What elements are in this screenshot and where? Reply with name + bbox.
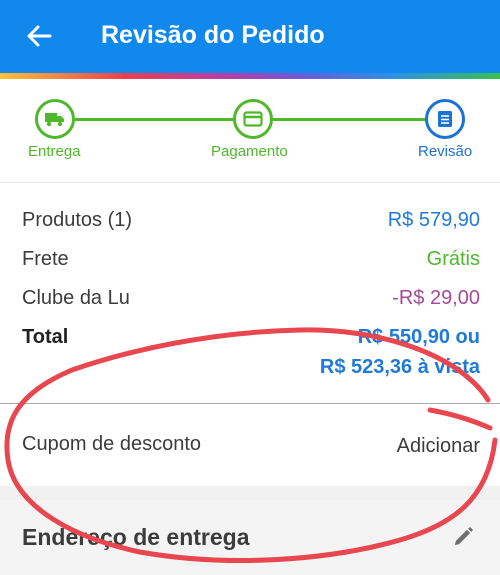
step-connector [75, 118, 233, 121]
step-entrega[interactable] [35, 99, 75, 139]
club-value: -R$ 29,00 [392, 287, 480, 309]
total-cash-price: R$ 523,36 à vista [319, 356, 480, 378]
address-title: Endereço de entrega [22, 524, 250, 550]
shipping-value: Grátis [426, 248, 480, 270]
products-value: R$ 579,90 [387, 209, 480, 231]
checkout-stepper: Entrega Pagamento Revisão [0, 79, 500, 183]
step-label-pagamento: Pagamento [211, 143, 288, 160]
step-connector [273, 118, 425, 121]
pencil-icon[interactable] [452, 526, 474, 548]
coupon-label: Cupom de desconto [22, 433, 202, 455]
step-pagamento[interactable] [233, 99, 273, 139]
products-label: Produtos (1) [22, 209, 133, 231]
step-label-entrega: Entrega [28, 143, 81, 160]
step-revisao[interactable] [425, 99, 465, 139]
total-label: Total [22, 326, 69, 348]
address-section: Endereço de entrega [0, 500, 500, 575]
page-title: Revisão do Pedido [101, 21, 325, 49]
list-icon [438, 111, 452, 127]
truck-icon [45, 113, 64, 127]
arrow-left-icon[interactable] [24, 21, 54, 51]
step-label-revisao: Revisão [418, 143, 473, 160]
section-gap [0, 486, 500, 500]
add-coupon-button[interactable]: Adicionar [397, 435, 480, 458]
app-bar: Revisão do Pedido [0, 0, 500, 73]
total-value: R$ 550,90 ou R$ 523,36 à vista [320, 322, 480, 382]
coupon-row[interactable]: Cupom de desconto Adicionar [0, 404, 500, 486]
total-installment-price: R$ 550,90 ou [357, 326, 480, 348]
card-icon [243, 111, 263, 127]
club-label: Clube da Lu [22, 287, 130, 309]
shipping-label: Frete [22, 248, 69, 270]
